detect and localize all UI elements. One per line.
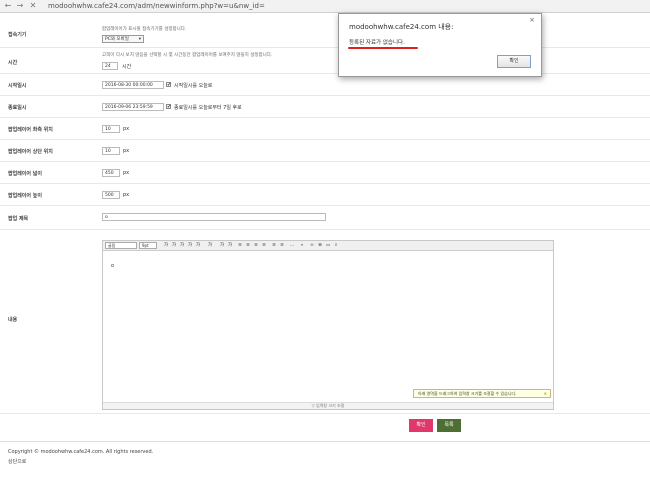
background-color-button[interactable]: 가 (207, 242, 213, 249)
footer-copyright: Copyright © modoohwhw.cafe24.com. All ri… (8, 449, 154, 455)
dialog-title: modoohwhw.cafe24.com 내용: (349, 23, 454, 31)
dialog-close-icon[interactable]: × (529, 16, 535, 24)
italic-button[interactable]: 가 (179, 242, 185, 249)
top-row: 팝업레이어 상단 위치 10 px (0, 140, 650, 162)
editor-text: o (111, 263, 115, 269)
strike-button[interactable]: 가 (187, 242, 193, 249)
table-icon[interactable]: ▭ (325, 242, 331, 249)
footer-divider (0, 441, 650, 442)
top-unit: px (123, 148, 130, 154)
confirm-button[interactable]: 확인 (409, 419, 433, 432)
height-label: 팝업레이어 높이 (8, 193, 42, 199)
device-row: 접속기기 팝업레이어가 표시될 접속기기를 설정합니다. PC와 모바일 ▾ (0, 22, 650, 48)
horizontal-rule-icon[interactable]: … (289, 242, 295, 249)
subscript-button[interactable]: 가 (227, 242, 233, 249)
width-label: 팝업레이어 넓이 (8, 171, 42, 177)
dialog-ok-button[interactable]: 확인 (497, 55, 531, 68)
device-select[interactable]: PC와 모바일 ▾ (102, 35, 144, 43)
content-label: 내용 (8, 317, 18, 323)
start-input[interactable]: 2016-08-30 00:00:00 (102, 81, 164, 89)
left-label: 팝업레이어 좌측 위치 (8, 127, 53, 133)
start-label: 시작일시 (8, 83, 27, 89)
dialog-message: 등록된 자료가 없습니다. (349, 40, 405, 46)
left-unit: px (123, 126, 130, 132)
link-icon[interactable]: ∞ (309, 242, 315, 249)
font-size-select[interactable]: 9pt (139, 242, 157, 249)
resize-tooltip: 아래 영역을 드래그하여 입력창 크기를 조절할 수 있습니다. ✕ (413, 389, 551, 398)
quote-icon[interactable]: « (299, 242, 305, 249)
browser-bar: ← → ✕ modoohwhw.cafe24.com/adm/newwinfor… (0, 0, 650, 13)
underline-button[interactable]: 가 (171, 242, 177, 249)
close-tab-icon[interactable]: ✕ (28, 1, 38, 11)
content-editor: 굴림 9pt 가 가 가 가 가 가 가 가 ≡ ≡ ≡ ≡ ≡ ≡ … « ∞… (102, 240, 554, 410)
time-unit: 시간 (122, 64, 132, 70)
forward-icon[interactable]: → (15, 1, 25, 11)
start-today-label: 시작일시를 오늘로 (174, 83, 213, 89)
alert-dialog: modoohwhw.cafe24.com 내용: × 등록된 자료가 없습니다.… (338, 13, 542, 77)
time-help: 고객이 다시 보지 않음을 선택할 시 몇 시간동안 팝업레이어를 보여주지 않… (102, 53, 273, 58)
end-week-label: 종료일시를 오늘로부터 7일 후로 (174, 105, 242, 111)
align-right-icon[interactable]: ≡ (253, 242, 259, 249)
top-input[interactable]: 10 (102, 147, 120, 155)
left-row: 팝업레이어 좌측 위치 10 px (0, 118, 650, 140)
address-bar[interactable]: modoohwhw.cafe24.com/adm/newwinform.php?… (48, 2, 265, 10)
start-today-checkbox[interactable]: ✔ (166, 82, 171, 88)
font-family-select[interactable]: 굴림 (105, 242, 137, 249)
device-label: 접속기기 (8, 32, 27, 38)
end-input[interactable]: 2016-09-06 23:59:59 (102, 103, 164, 111)
width-unit: px (123, 170, 130, 176)
width-row: 팝업레이어 넓이 450 px (0, 162, 650, 184)
end-row: 종료일시 2016-09-06 23:59:59 ✔ 종료일시를 오늘로부터 7… (0, 96, 650, 118)
top-label: 팝업레이어 상단 위치 (8, 149, 53, 155)
special-char-icon[interactable]: ⊕ (317, 242, 323, 249)
subject-input[interactable]: o (102, 213, 326, 221)
ordered-list-icon[interactable]: ≡ (271, 242, 277, 249)
end-label: 종료일시 (8, 105, 27, 111)
subject-label: 팝업 제목 (8, 216, 29, 222)
align-center-icon[interactable]: ≡ (245, 242, 251, 249)
superscript-button[interactable]: 가 (219, 242, 225, 249)
height-input[interactable]: 500 (102, 191, 120, 199)
editor-toolbar: 굴림 9pt 가 가 가 가 가 가 가 가 ≡ ≡ ≡ ≡ ≡ ≡ … « ∞… (103, 241, 553, 251)
editor-body[interactable]: o (103, 251, 553, 401)
subject-row: 팝업 제목 o (0, 206, 650, 230)
list-button[interactable]: 목록 (437, 419, 461, 432)
find-replace-icon[interactable]: ⌕ (333, 242, 339, 249)
close-icon[interactable]: ✕ (544, 390, 547, 397)
unordered-list-icon[interactable]: ≡ (279, 242, 285, 249)
time-row: 시간 고객이 다시 보지 않음을 선택할 시 몇 시간동안 팝업레이어를 보여주… (0, 48, 650, 74)
device-select-value: PC와 모바일 (105, 37, 129, 42)
bold-button[interactable]: 가 (163, 242, 169, 249)
time-label: 시간 (8, 60, 18, 66)
end-week-checkbox[interactable]: ✔ (166, 104, 171, 110)
chevron-down-icon: ▾ (138, 37, 141, 42)
width-input[interactable]: 450 (102, 169, 120, 177)
align-justify-icon[interactable]: ≡ (261, 242, 267, 249)
resize-tooltip-text: 아래 영역을 드래그하여 입력창 크기를 조절할 수 있습니다. (418, 391, 517, 396)
red-underline-annotation (348, 47, 418, 49)
left-input[interactable]: 10 (102, 125, 120, 133)
align-left-icon[interactable]: ≡ (237, 242, 243, 249)
back-icon[interactable]: ← (3, 1, 13, 11)
start-row: 시작일시 2016-08-30 00:00:00 ✔ 시작일시를 오늘로 (0, 74, 650, 96)
device-help: 팝업레이어가 표시될 접속기기를 설정합니다. (102, 27, 187, 32)
height-unit: px (123, 192, 130, 198)
font-color-button[interactable]: 가 (195, 242, 201, 249)
editor-resize-handle[interactable]: ▽ 입력창 크기 조절 (103, 402, 553, 409)
back-to-top-link[interactable]: 상단으로 (8, 458, 26, 465)
height-row: 팝업레이어 높이 500 px (0, 184, 650, 206)
time-input[interactable]: 24 (102, 62, 118, 70)
